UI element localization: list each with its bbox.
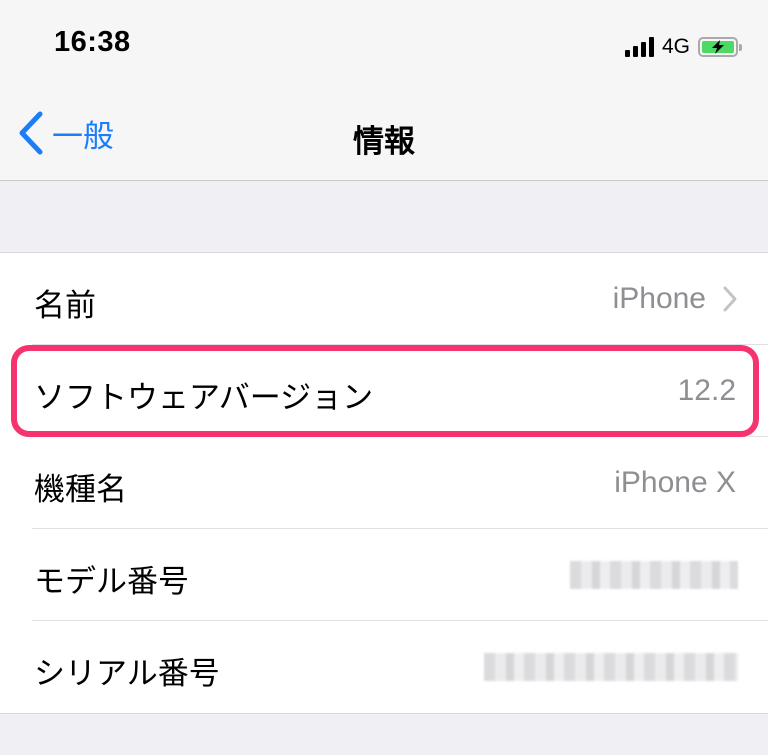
row-value: 12.2 — [677, 374, 736, 407]
page-title: 情報 — [353, 124, 415, 160]
battery-charging-icon — [698, 37, 742, 57]
row-name[interactable]: 名前 iPhone — [0, 253, 768, 345]
row-label: シリアル番号 — [34, 656, 220, 692]
network-type: 4G — [661, 35, 690, 58]
row-label: モデル番号 — [34, 564, 189, 600]
row-value: iPhone X — [614, 466, 736, 499]
row-label: 名前 — [34, 288, 96, 324]
redacted-value — [570, 561, 738, 589]
row-model-name: 機種名 iPhone X — [0, 437, 768, 529]
status-bar: 16:38 4G — [0, 0, 768, 82]
row-serial-number: シリアル番号 — [0, 621, 768, 713]
redacted-value — [484, 653, 738, 681]
about-list: 名前 iPhone ソフトウェアバージョン 12.2 機種名 iPhone X … — [0, 252, 768, 714]
row-label: ソフトウェアバージョン — [34, 380, 374, 416]
row-value: iPhone — [612, 282, 706, 315]
row-model-number: モデル番号 — [0, 529, 768, 621]
chevron-right-icon — [723, 286, 737, 312]
status-time: 16:38 — [54, 26, 131, 58]
navigation-bar: 一般 情報 — [0, 82, 768, 181]
row-label: 機種名 — [34, 472, 127, 508]
row-software-version: ソフトウェアバージョン 12.2 — [0, 345, 768, 437]
status-indicators: 4G — [624, 34, 742, 60]
signal-bars-icon — [624, 37, 654, 57]
